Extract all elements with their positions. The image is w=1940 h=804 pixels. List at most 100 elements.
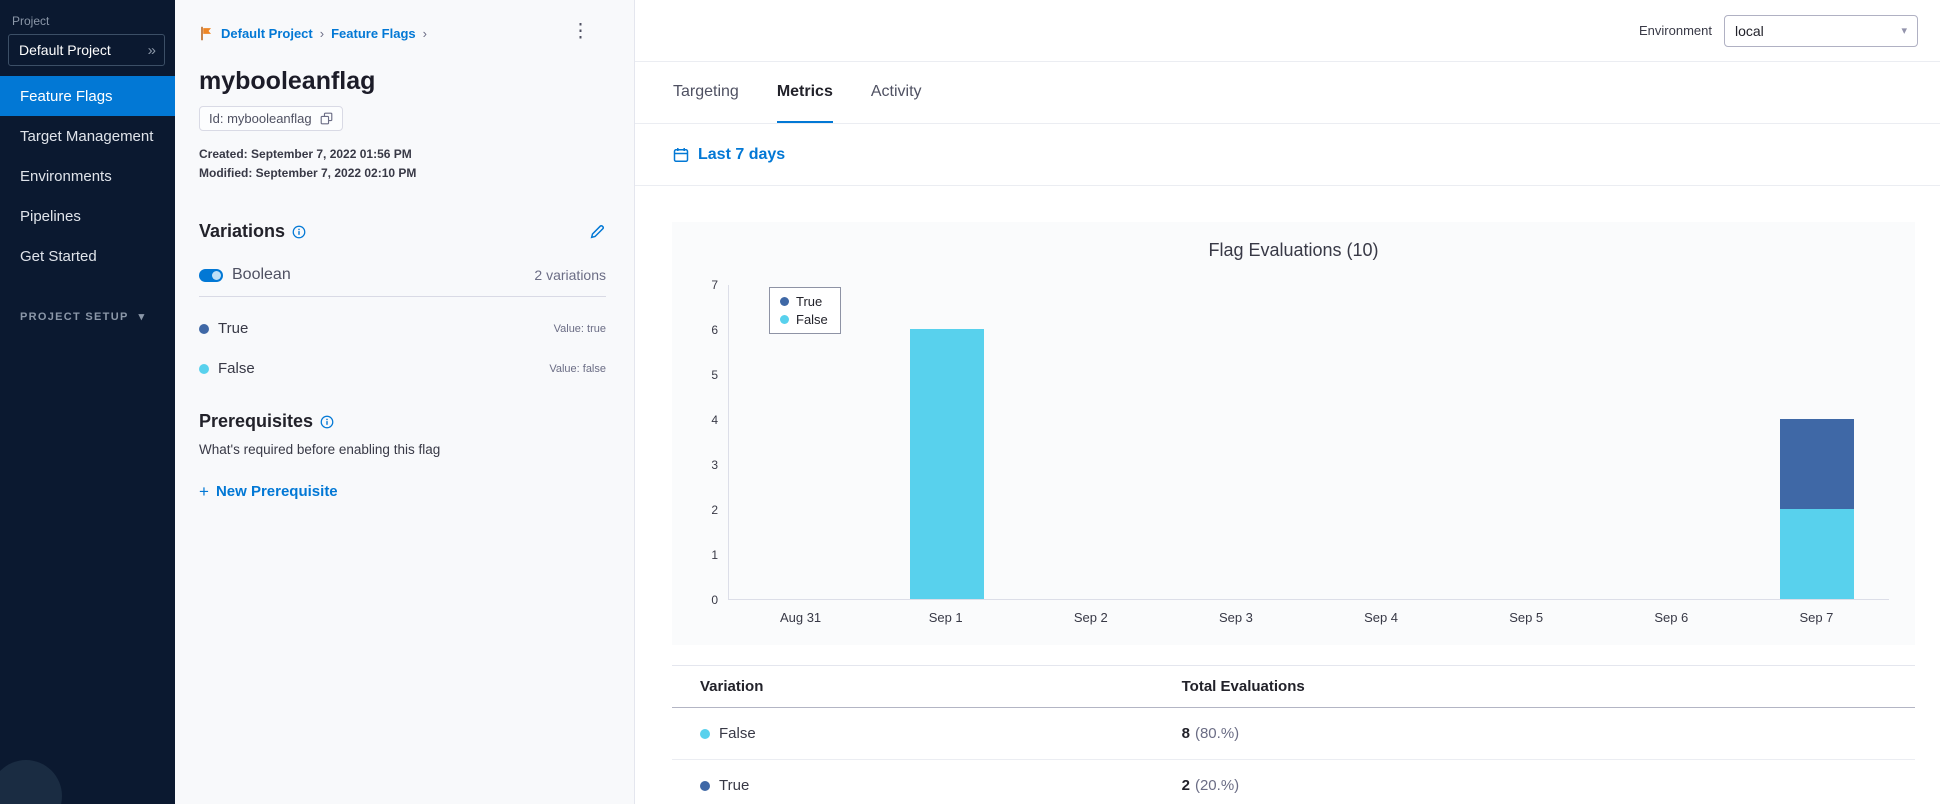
sidebar-nav: Feature Flags Target Management Environmen… <box>0 76 175 276</box>
flag-options-menu-button[interactable]: ⋮ <box>571 22 590 41</box>
table-row: False 8 (80.%) <box>672 708 1915 760</box>
legend-dot <box>780 297 789 306</box>
bar-false-sep-1[interactable] <box>909 329 984 599</box>
topbar: Environment local ▾ <box>635 0 1940 62</box>
variation-count: 2 variations <box>534 267 606 283</box>
breadcrumb: Default Project › Feature Flags › <box>199 0 606 41</box>
column-header-variation: Variation <box>700 678 764 695</box>
variation-name: False <box>218 360 255 377</box>
chart-x-axis: Aug 31 Sep 1 Sep 2 Sep 3 Sep 4 Sep 5 Sep 6 Sep … <box>728 610 1889 625</box>
sidebar-item-project-setup[interactable]: PROJECT SETUP ▾ <box>0 310 175 324</box>
flag-detail-panel: Default Project › Feature Flags › ⋮ mybo… <box>175 0 635 804</box>
variation-value: Value: true <box>553 322 606 335</box>
y-axis-tick: 7 <box>711 278 718 292</box>
x-axis-label: Sep 7 <box>1799 610 1834 625</box>
divider <box>199 296 606 297</box>
table-variation-name: False <box>719 725 756 742</box>
variation-type-row: Boolean 2 variations <box>199 266 606 284</box>
bar-true-sep-7[interactable] <box>1779 419 1854 509</box>
chart-column <box>1019 285 1164 599</box>
x-axis-label: Sep 6 <box>1654 610 1689 625</box>
flag-title: mybooleanflag <box>199 67 376 95</box>
sidebar-item-feature-flags[interactable]: Feature Flags <box>0 76 175 116</box>
environment-label: Environment <box>1639 23 1712 38</box>
chart-y-axis: 0 1 2 3 4 5 6 7 <box>698 278 728 607</box>
variation-color-dot <box>700 728 710 739</box>
table-header: Variation Total Evaluations <box>672 666 1915 708</box>
table-cell-evaluations: 8 (80.%) <box>1182 725 1915 742</box>
flag-id-text: Id: mybooleanflag <box>209 111 312 126</box>
chevron-right-icon: › <box>319 26 325 41</box>
date-range-label: Last 7 days <box>698 145 786 163</box>
table-variation-name: True <box>719 777 750 794</box>
harness-logo <box>0 760 62 804</box>
environment-select[interactable]: local ▾ <box>1724 14 1918 47</box>
legend-entry-false: False <box>780 312 828 327</box>
evaluation-percentage: (80.%) <box>1194 725 1240 742</box>
project-setup-label: PROJECT SETUP <box>20 310 129 323</box>
variation-color-dot <box>199 323 209 334</box>
chart-title: Flag Evaluations (10) <box>1208 240 1379 260</box>
sidebar-item-environments[interactable]: Environments <box>0 156 175 196</box>
prerequisites-header: Prerequisites <box>199 411 606 432</box>
project-selector[interactable]: Default Project » <box>8 34 165 66</box>
info-icon[interactable] <box>320 415 334 429</box>
chevron-down-icon: ▾ <box>138 311 145 323</box>
y-axis-tick: 2 <box>711 503 718 517</box>
chart-column <box>1454 285 1599 599</box>
evaluation-percentage: (20.%) <box>1194 777 1240 794</box>
breadcrumb-project-link[interactable]: Default Project <box>221 26 313 41</box>
chart-column <box>874 285 1019 599</box>
bar-false-sep-7[interactable] <box>1779 509 1854 599</box>
prerequisites-heading: Prerequisites <box>199 411 314 431</box>
y-axis-tick: 1 <box>711 548 718 562</box>
evaluations-table-body: False 8 (80.%) True 2 (20.%) <box>672 708 1915 804</box>
variation-row: True Value: true <box>199 320 606 337</box>
main-content: Environment local ▾ Targeting Metrics Acti… <box>635 0 1940 804</box>
tab-bar: Targeting Metrics Activity <box>635 62 1940 124</box>
x-axis-label: Sep 5 <box>1509 610 1544 625</box>
info-icon[interactable] <box>292 225 306 239</box>
plot-wrap: True False Aug 31 Sep 1 Sep 2 Sep 3 Sep 4 Sep … <box>728 285 1889 625</box>
chart-legend: True False <box>769 287 841 334</box>
chart-column <box>1599 285 1744 599</box>
y-axis-tick: 6 <box>711 323 718 337</box>
variation-row: False Value: false <box>199 360 606 377</box>
evaluation-count: 8 <box>1181 725 1190 742</box>
sidebar-item-pipelines[interactable]: Pipelines <box>0 196 175 236</box>
y-axis-tick: 0 <box>711 593 718 607</box>
environment-value: local <box>1735 22 1764 39</box>
variations-heading: Variations <box>199 221 286 241</box>
variation-color-dot <box>199 363 209 374</box>
table-cell-variation: False <box>672 725 1182 742</box>
date-range-picker[interactable]: Last 7 days <box>673 146 785 164</box>
y-axis-tick: 3 <box>711 458 718 472</box>
double-chevron-right-icon: » <box>147 41 156 59</box>
edit-variations-button[interactable] <box>589 223 606 240</box>
plus-icon: + <box>199 482 209 501</box>
x-axis-label: Sep 3 <box>1218 610 1253 625</box>
chart-column <box>1309 285 1454 599</box>
project-name: Default Project <box>19 42 111 58</box>
new-prerequisite-button[interactable]: + New Prerequisite <box>199 483 338 500</box>
tab-targeting[interactable]: Targeting <box>673 62 739 123</box>
tab-activity[interactable]: Activity <box>871 62 922 123</box>
tab-metrics[interactable]: Metrics <box>776 62 833 123</box>
chart-columns <box>729 285 1889 599</box>
sidebar-item-target-management[interactable]: Target Management <box>0 116 175 156</box>
chart-column <box>1744 285 1889 599</box>
bar-stack <box>1779 419 1854 599</box>
variation-value: Value: false <box>549 362 606 375</box>
chevron-down-icon: ▾ <box>1901 25 1907 37</box>
copy-icon[interactable] <box>320 112 333 125</box>
legend-label: True <box>796 294 823 309</box>
breadcrumb-feature-flags-link[interactable]: Feature Flags <box>331 26 416 41</box>
legend-dot <box>780 315 789 324</box>
new-prerequisite-label: New Prerequisite <box>215 483 338 500</box>
chevron-right-icon: › <box>422 26 427 41</box>
variation-list: True Value: true False Value: false <box>199 320 606 377</box>
chart-body: 0 1 2 3 4 5 6 7 True False Aug 31 Sep 1 Sep 2 Sep 3… <box>698 278 1889 625</box>
sidebar-item-get-started[interactable]: Get Started <box>0 236 175 276</box>
app-root: Project Default Project » Feature Flags T… <box>0 0 1940 804</box>
chart-column <box>1164 285 1309 599</box>
